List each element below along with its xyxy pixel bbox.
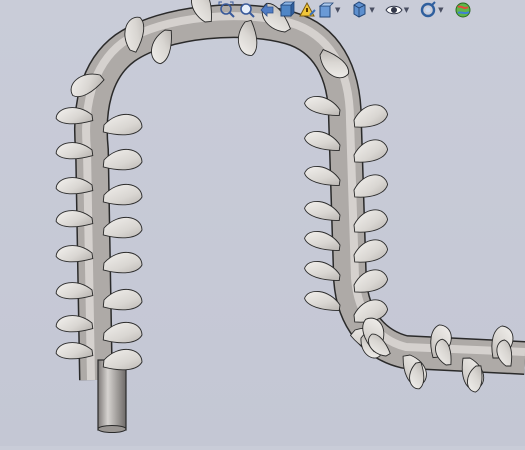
view-orientation-button[interactable]: ▼	[318, 0, 340, 20]
zoom-to-area-icon	[240, 3, 255, 18]
shaft-tube-outline	[73, 4, 525, 381]
section-view-button[interactable]	[278, 0, 296, 20]
previous-view-icon	[260, 3, 274, 17]
previous-view-button[interactable]	[258, 0, 276, 20]
zoom-to-area-button[interactable]	[238, 0, 256, 20]
shaft-highlight	[82, 12, 525, 381]
shaft-stub-end	[97, 425, 127, 433]
heads-up-view-toolbar: ▼ ▼ ▼ ▼	[218, 0, 525, 20]
apply-scene-icon	[455, 2, 471, 18]
hide-show-items-button[interactable]: ▼	[385, 0, 409, 20]
apply-scene-button[interactable]	[454, 0, 472, 20]
dynamic-annotation-views-button[interactable]	[298, 0, 316, 20]
section-view-icon	[279, 1, 295, 17]
dynamic-annotation-views-icon	[299, 1, 316, 17]
view-orientation-icon	[318, 2, 334, 18]
3d-model[interactable]	[0, 0, 525, 446]
flight-blade[interactable]	[102, 112, 143, 137]
chevron-down-icon: ▼	[335, 6, 341, 14]
shaft[interactable]	[73, 4, 525, 433]
zoom-to-fit-button[interactable]	[218, 0, 236, 20]
chevron-down-icon: ▼	[369, 6, 375, 14]
shaft-tube	[75, 5, 525, 381]
graphics-viewport[interactable]	[0, 0, 525, 446]
edit-appearance-button[interactable]: ▼	[419, 0, 444, 20]
edit-appearance-icon	[420, 1, 436, 18]
display-style-button[interactable]: ▼	[350, 0, 375, 20]
display-style-icon	[353, 1, 366, 18]
zoom-to-fit-icon	[218, 1, 235, 18]
flight-blade[interactable]	[102, 147, 143, 172]
hide-show-items-icon	[385, 5, 403, 15]
shaft-stub	[97, 359, 127, 431]
chevron-down-icon: ▼	[438, 6, 444, 14]
chevron-down-icon: ▼	[403, 6, 410, 14]
